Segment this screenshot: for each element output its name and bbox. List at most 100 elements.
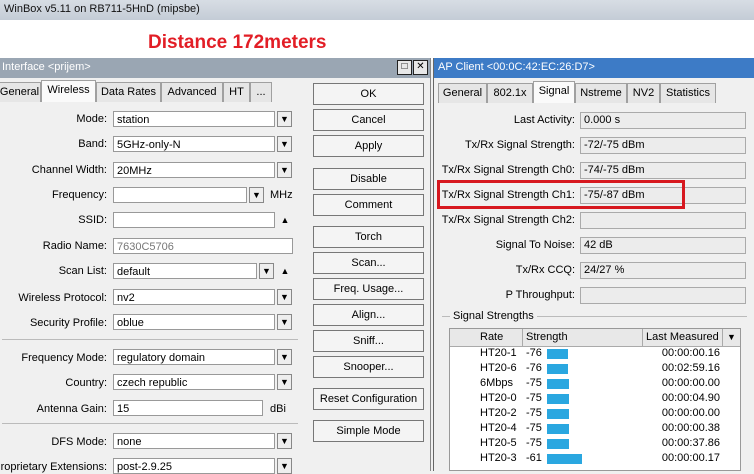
strength-cell: -75 (526, 392, 542, 404)
table-row[interactable]: HT20-0 -75 00:00:04.90 (450, 392, 740, 405)
column-separator (642, 329, 643, 346)
table-row[interactable]: 6Mbps -75 00:00:00.00 (450, 377, 740, 390)
strength-cell: -75 (526, 407, 542, 419)
scan-list-dropdown-icon[interactable]: ▼ (259, 263, 274, 279)
table-row[interactable]: HT20-4 -75 00:00:00.38 (450, 422, 740, 435)
column-menu-icon[interactable]: ▼ (727, 332, 736, 342)
last-activity-value: 0.000 s (580, 112, 746, 129)
tab-wireless[interactable]: Wireless (41, 80, 96, 102)
frequency-mode-label: Frequency Mode: (21, 352, 107, 364)
proprietary-extensions-dropdown-icon[interactable]: ▼ (277, 458, 292, 474)
snr-label: Signal To Noise: (495, 239, 575, 251)
band-label: Band: (78, 138, 107, 150)
frequency-mode-select[interactable]: regulatory domain (113, 349, 275, 365)
collapse-icon[interactable]: ▲ (279, 263, 291, 279)
frequency-select[interactable] (113, 187, 247, 203)
scan-list-label: Scan List: (58, 265, 107, 277)
table-row[interactable]: HT20-5 -75 00:00:37.86 (450, 437, 740, 450)
frequency-dropdown-icon[interactable]: ▼ (249, 187, 264, 203)
mode-select[interactable]: station (113, 111, 275, 127)
cancel-button[interactable]: Cancel (313, 109, 424, 131)
freq-usage-button[interactable]: Freq. Usage... (313, 278, 424, 300)
tab-ht[interactable]: HT (223, 82, 250, 102)
simple-mode-button[interactable]: Simple Mode (313, 420, 424, 442)
comment-button[interactable]: Comment (313, 194, 424, 216)
mode-dropdown-icon[interactable]: ▼ (277, 111, 292, 127)
security-profile-dropdown-icon[interactable]: ▼ (277, 314, 292, 330)
tab-signal[interactable]: Signal (533, 81, 575, 103)
signal-strength-label: Tx/Rx Signal Strength: (464, 139, 575, 151)
restore-icon[interactable]: □ (397, 60, 412, 75)
column-separator (522, 329, 523, 346)
mode-label: Mode: (76, 113, 107, 125)
strength-bar (547, 424, 569, 434)
country-dropdown-icon[interactable]: ▼ (277, 374, 292, 390)
dfs-mode-select[interactable]: none (113, 433, 275, 449)
frequency-unit: MHz (270, 189, 293, 201)
snooper-button[interactable]: Snooper... (313, 356, 424, 378)
radio-name-input[interactable]: 7630C5706 (113, 238, 293, 254)
country-label: Country: (65, 377, 107, 389)
frequency-mode-dropdown-icon[interactable]: ▼ (277, 349, 292, 365)
tab-data-rates[interactable]: Data Rates (96, 82, 161, 102)
strength-cell: -61 (526, 452, 542, 464)
security-profile-select[interactable]: oblue (113, 314, 275, 330)
security-profile-label: Security Profile: (29, 317, 107, 329)
tab-general[interactable]: General (438, 83, 487, 103)
strength-cell: -75 (526, 422, 542, 434)
country-select[interactable]: czech republic (113, 374, 275, 390)
column-rate[interactable]: Rate (480, 331, 503, 343)
ok-button[interactable]: OK (313, 83, 424, 105)
ap-client-tabs: General 802.1x Signal Nstreme NV2 Statis… (438, 81, 738, 103)
dfs-mode-dropdown-icon[interactable]: ▼ (277, 433, 292, 449)
channel-width-label: Channel Width: (31, 164, 107, 176)
wireless-protocol-select[interactable]: nv2 (113, 289, 275, 305)
tab-nv2[interactable]: NV2 (627, 83, 660, 103)
table-header: Rate Strength Last Measured ▼ (450, 329, 740, 347)
interface-window-titlebar: Interface <prijem> □ ✕ (0, 58, 430, 78)
band-select[interactable]: 5GHz-only-N (113, 136, 275, 152)
scan-button[interactable]: Scan... (313, 252, 424, 274)
disable-button[interactable]: Disable (313, 168, 424, 190)
scan-list-select[interactable]: default (113, 263, 257, 279)
antenna-gain-label: Antenna Gain: (36, 403, 107, 415)
antenna-gain-input[interactable]: 15 (113, 400, 263, 416)
ap-client-window-title: AP Client <00:0C:42:EC:26:D7> (438, 61, 595, 73)
align-button[interactable]: Align... (313, 304, 424, 326)
channel-width-dropdown-icon[interactable]: ▼ (277, 162, 292, 178)
sniff-button[interactable]: Sniff... (313, 330, 424, 352)
last-measured-cell: 00:00:00.00 (661, 407, 720, 419)
tab-statistics[interactable]: Statistics (660, 83, 716, 103)
signal-strength-value: -72/-75 dBm (580, 137, 746, 154)
torch-button[interactable]: Torch (313, 226, 424, 248)
wireless-protocol-dropdown-icon[interactable]: ▼ (277, 289, 292, 305)
strength-bar (547, 349, 568, 359)
table-row[interactable]: HT20-6 -76 00:02:59.16 (450, 362, 740, 375)
column-last-measured[interactable]: Last Measured (646, 331, 719, 343)
band-dropdown-icon[interactable]: ▼ (277, 136, 292, 152)
tab-nstreme[interactable]: Nstreme (575, 83, 627, 103)
close-icon[interactable]: ✕ (413, 60, 428, 75)
channel-width-select[interactable]: 20MHz (113, 162, 275, 178)
column-separator (722, 329, 723, 346)
ssid-input[interactable] (113, 212, 275, 228)
tab-8021x[interactable]: 802.1x (487, 83, 533, 103)
table-row[interactable]: HT20-1 -76 00:00:00.16 (450, 347, 740, 360)
tab-more[interactable]: ... (250, 82, 272, 102)
collapse-icon[interactable]: ▲ (279, 212, 291, 228)
last-measured-cell: 00:00:00.16 (661, 347, 720, 359)
ap-client-window-titlebar: AP Client <00:0C:42:EC:26:D7> (434, 58, 754, 78)
ccq-label: Tx/Rx CCQ: (515, 264, 575, 276)
apply-button[interactable]: Apply (313, 135, 424, 157)
last-activity-label: Last Activity: (513, 114, 575, 126)
tab-advanced[interactable]: Advanced (161, 82, 223, 102)
column-strength[interactable]: Strength (526, 331, 568, 343)
last-measured-cell: 00:00:00.17 (661, 452, 720, 464)
reset-configuration-button[interactable]: Reset Configuration (313, 388, 424, 410)
table-row[interactable]: HT20-3 -61 00:00:00.17 (450, 452, 740, 465)
tab-general[interactable]: General (0, 82, 41, 102)
table-row[interactable]: HT20-2 -75 00:00:00.00 (450, 407, 740, 420)
strength-cell: -75 (526, 437, 542, 449)
proprietary-extensions-select[interactable]: post-2.9.25 (113, 458, 275, 474)
interface-window: Interface <prijem> □ ✕ General Wireless … (0, 58, 431, 474)
